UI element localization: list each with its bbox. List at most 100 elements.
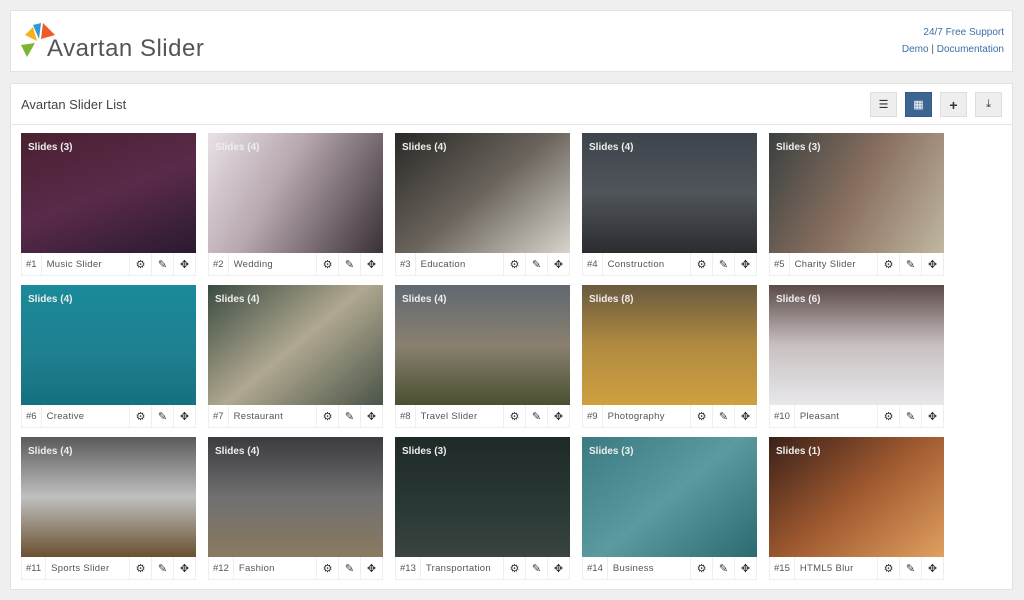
edit-pencil-icon[interactable]: ✎ [151,557,173,579]
move-arrows-icon[interactable]: ✥ [734,253,756,275]
settings-gear-icon[interactable]: ⚙ [316,557,338,579]
add-slider-button[interactable]: + [940,92,967,117]
move-arrows-icon[interactable]: ✥ [360,557,382,579]
slider-thumbnail[interactable]: Slides (4) [395,133,570,253]
move-arrows-icon[interactable]: ✥ [173,405,195,427]
edit-pencil-icon[interactable]: ✎ [338,557,360,579]
slider-card[interactable]: Slides (8) #9 Photography ⚙ ✎ ✥ [582,285,757,428]
slider-card[interactable]: Slides (4) #8 Travel Slider ⚙ ✎ ✥ [395,285,570,428]
slider-card[interactable]: Slides (3) #13 Transportation ⚙ ✎ ✥ [395,437,570,580]
slider-name[interactable]: HTML5 Blur [795,563,877,574]
move-arrows-icon[interactable]: ✥ [360,253,382,275]
settings-gear-icon[interactable]: ⚙ [316,405,338,427]
grid-view-button[interactable]: ▦ [905,92,932,117]
settings-gear-icon[interactable]: ⚙ [129,253,151,275]
slider-name[interactable]: Music Slider [42,259,129,270]
move-arrows-icon[interactable]: ✥ [360,405,382,427]
move-arrows-icon[interactable]: ✥ [921,557,943,579]
slider-name[interactable]: Photography [603,411,690,422]
settings-gear-icon[interactable]: ⚙ [503,557,525,579]
header-panel: Avartan Slider 24/7 Free Support Demo | … [10,10,1013,72]
slider-thumbnail[interactable]: Slides (1) [769,437,944,557]
slider-thumbnail[interactable]: Slides (4) [208,133,383,253]
move-arrows-icon[interactable]: ✥ [173,253,195,275]
edit-pencil-icon[interactable]: ✎ [525,405,547,427]
settings-gear-icon[interactable]: ⚙ [690,405,712,427]
settings-gear-icon[interactable]: ⚙ [877,405,899,427]
settings-gear-icon[interactable]: ⚙ [129,405,151,427]
settings-gear-icon[interactable]: ⚙ [877,253,899,275]
edit-pencil-icon[interactable]: ✎ [712,557,734,579]
slider-thumbnail[interactable]: Slides (3) [769,133,944,253]
import-slider-button[interactable]: ⤓ [975,92,1002,117]
slider-card[interactable]: Slides (4) #2 Wedding ⚙ ✎ ✥ [208,133,383,276]
slider-name[interactable]: Sports Slider [46,563,129,574]
slider-card[interactable]: Slides (1) #15 HTML5 Blur ⚙ ✎ ✥ [769,437,944,580]
slider-name[interactable]: Creative [42,411,129,422]
slider-card[interactable]: Slides (4) #6 Creative ⚙ ✎ ✥ [21,285,196,428]
move-arrows-icon[interactable]: ✥ [547,557,569,579]
slider-thumbnail[interactable]: Slides (4) [208,285,383,405]
move-arrows-icon[interactable]: ✥ [173,557,195,579]
edit-pencil-icon[interactable]: ✎ [899,405,921,427]
slider-thumbnail[interactable]: Slides (4) [395,285,570,405]
slider-card[interactable]: Slides (4) #12 Fashion ⚙ ✎ ✥ [208,437,383,580]
slider-name[interactable]: Fashion [234,563,316,574]
slider-card[interactable]: Slides (4) #3 Education ⚙ ✎ ✥ [395,133,570,276]
move-arrows-icon[interactable]: ✥ [734,405,756,427]
slider-card[interactable]: Slides (4) #7 Restaurant ⚙ ✎ ✥ [208,285,383,428]
edit-pencil-icon[interactable]: ✎ [525,557,547,579]
list-title: Avartan Slider List [21,97,127,112]
slider-thumbnail[interactable]: Slides (3) [21,133,196,253]
slider-thumbnail[interactable]: Slides (6) [769,285,944,405]
settings-gear-icon[interactable]: ⚙ [503,253,525,275]
slider-thumbnail[interactable]: Slides (4) [21,285,196,405]
slider-thumbnail[interactable]: Slides (4) [208,437,383,557]
slider-thumbnail[interactable]: Slides (4) [582,133,757,253]
edit-pencil-icon[interactable]: ✎ [338,405,360,427]
slider-card[interactable]: Slides (4) #11 Sports Slider ⚙ ✎ ✥ [21,437,196,580]
slider-name[interactable]: Travel Slider [416,411,503,422]
settings-gear-icon[interactable]: ⚙ [877,557,899,579]
edit-pencil-icon[interactable]: ✎ [712,405,734,427]
slider-card[interactable]: Slides (3) #1 Music Slider ⚙ ✎ ✥ [21,133,196,276]
list-view-button[interactable]: ☰ [870,92,897,117]
slider-name[interactable]: Transportation [421,563,503,574]
edit-pencil-icon[interactable]: ✎ [151,253,173,275]
slider-card[interactable]: Slides (6) #10 Pleasant ⚙ ✎ ✥ [769,285,944,428]
move-arrows-icon[interactable]: ✥ [734,557,756,579]
slider-card[interactable]: Slides (3) #14 Business ⚙ ✎ ✥ [582,437,757,580]
settings-gear-icon[interactable]: ⚙ [503,405,525,427]
slider-name[interactable]: Pleasant [795,411,877,422]
edit-pencil-icon[interactable]: ✎ [899,253,921,275]
move-arrows-icon[interactable]: ✥ [547,253,569,275]
slider-thumbnail[interactable]: Slides (3) [395,437,570,557]
slider-thumbnail[interactable]: Slides (8) [582,285,757,405]
settings-gear-icon[interactable]: ⚙ [690,557,712,579]
edit-pencil-icon[interactable]: ✎ [338,253,360,275]
move-arrows-icon[interactable]: ✥ [547,405,569,427]
edit-pencil-icon[interactable]: ✎ [525,253,547,275]
slider-name[interactable]: Charity Slider [790,259,877,270]
slider-name[interactable]: Restaurant [229,411,316,422]
edit-pencil-icon[interactable]: ✎ [151,405,173,427]
slider-name[interactable]: Construction [603,259,690,270]
slider-name[interactable]: Wedding [229,259,316,270]
slider-card-footer: #5 Charity Slider ⚙ ✎ ✥ [769,253,944,276]
slider-thumbnail[interactable]: Slides (3) [582,437,757,557]
documentation-link[interactable]: Documentation [937,44,1004,55]
support-link[interactable]: 24/7 Free Support [923,27,1004,38]
slider-name[interactable]: Education [416,259,503,270]
slider-thumbnail[interactable]: Slides (4) [21,437,196,557]
settings-gear-icon[interactable]: ⚙ [316,253,338,275]
slider-card[interactable]: Slides (3) #5 Charity Slider ⚙ ✎ ✥ [769,133,944,276]
move-arrows-icon[interactable]: ✥ [921,405,943,427]
edit-pencil-icon[interactable]: ✎ [899,557,921,579]
settings-gear-icon[interactable]: ⚙ [129,557,151,579]
move-arrows-icon[interactable]: ✥ [921,253,943,275]
demo-link[interactable]: Demo [902,44,929,55]
settings-gear-icon[interactable]: ⚙ [690,253,712,275]
slider-name[interactable]: Business [608,563,690,574]
slider-card[interactable]: Slides (4) #4 Construction ⚙ ✎ ✥ [582,133,757,276]
edit-pencil-icon[interactable]: ✎ [712,253,734,275]
